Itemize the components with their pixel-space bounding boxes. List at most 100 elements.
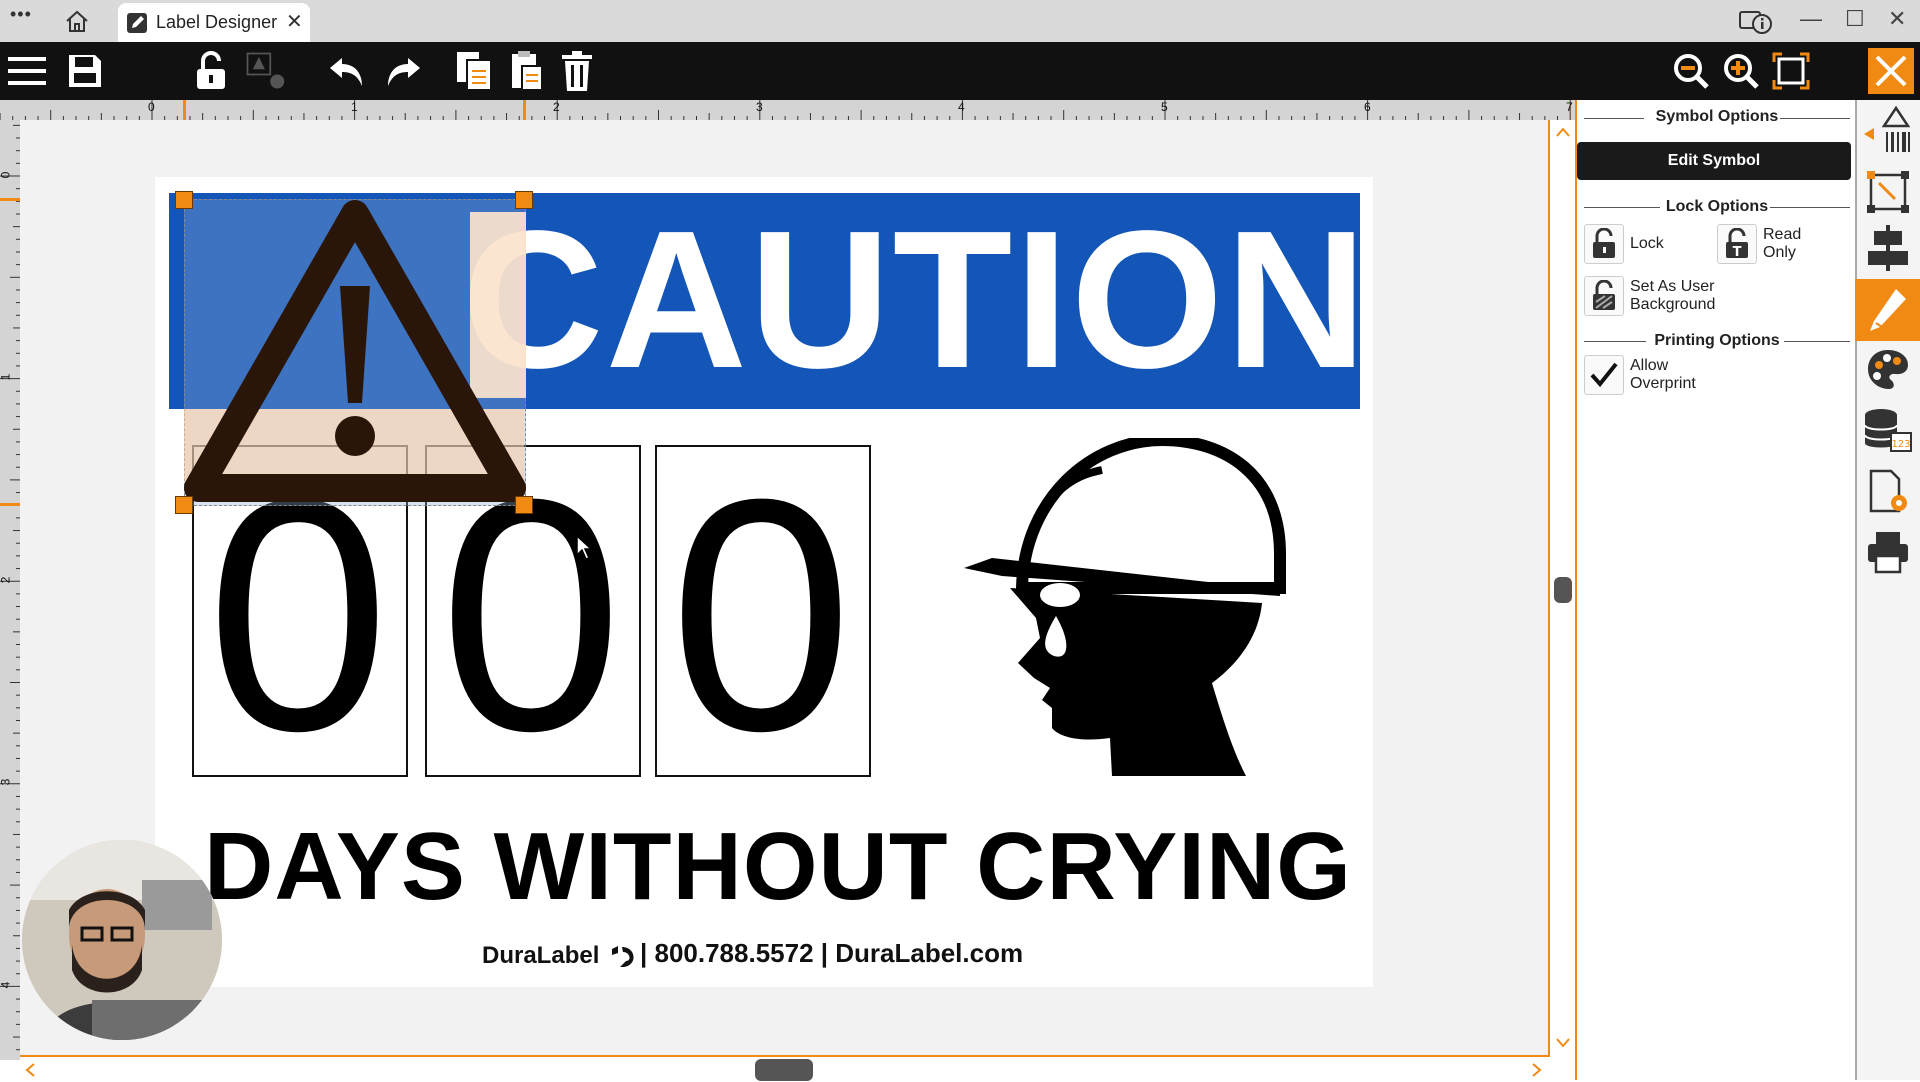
properties-tool[interactable] (1862, 284, 1914, 336)
paste-button[interactable] (506, 50, 548, 92)
edit-document-icon (127, 13, 147, 33)
insert-symbol-barcode-icon (1864, 105, 1911, 152)
tab-close-icon[interactable]: ✕ (286, 9, 303, 34)
hamburger-icon (8, 57, 46, 85)
user-background-label: Background (1630, 296, 1716, 313)
unlock-icon (197, 51, 225, 89)
resize-handle-top-left[interactable] (175, 191, 193, 209)
user-background-option-button[interactable] (1584, 276, 1624, 316)
shape-edit-tool[interactable] (1862, 166, 1914, 218)
mouse-cursor-icon (576, 535, 592, 560)
symbol-options-title: Symbol Options (1655, 108, 1779, 125)
label-settings-tool[interactable] (1862, 466, 1914, 518)
copy-icon (457, 52, 492, 91)
close-designer-button[interactable] (1868, 48, 1914, 94)
vertical-ruler: 0 1 2 3 4 (0, 120, 21, 1060)
lock-option-button[interactable] (1584, 224, 1624, 264)
scroll-up-icon[interactable] (1555, 126, 1571, 138)
lock-toggle-button[interactable] (190, 50, 232, 92)
footer-contact[interactable]: | 800.788.5572 | DuraLabel.com (640, 938, 1023, 969)
home-icon[interactable] (64, 9, 90, 33)
vertical-scroll-thumb[interactable] (1554, 577, 1572, 603)
zoom-out-button[interactable] (1670, 50, 1712, 92)
read-only-label: Read (1763, 226, 1802, 243)
print-tool[interactable] (1862, 526, 1914, 578)
menu-button[interactable] (6, 50, 48, 92)
scroll-right-icon[interactable] (1529, 1062, 1543, 1078)
fit-screen-icon (1772, 52, 1810, 90)
redo-icon (388, 58, 420, 86)
tab-label-designer[interactable]: Label Designer ✕ (118, 3, 310, 42)
presenter-video-image (22, 840, 222, 1040)
delete-button[interactable] (556, 50, 598, 92)
close-icon (1875, 55, 1907, 87)
allow-overprint-checkbox[interactable] (1584, 355, 1624, 395)
horizontal-scrollbar[interactable] (20, 1055, 1550, 1082)
document-settings-icon (1869, 469, 1907, 513)
ruler-label: 5 (1161, 100, 1168, 114)
digit-text[interactable]: 0 (653, 450, 869, 780)
app-info-icon[interactable] (1738, 6, 1774, 36)
user-background-label: Set As User (1630, 278, 1715, 295)
read-only-option-button[interactable]: T (1717, 224, 1757, 264)
ruler-selection-bottom-marker (0, 503, 20, 506)
close-window-button[interactable]: ✕ (1888, 6, 1906, 32)
ruler-label: 0 (148, 100, 155, 114)
zoom-in-icon (1724, 54, 1759, 89)
webcam-overlay (22, 840, 222, 1040)
resize-handle-bottom-left[interactable] (175, 496, 193, 514)
ruler-label: 4 (958, 100, 965, 114)
ruler-selection-end-marker (523, 100, 526, 120)
ruler-label: 2 (553, 100, 560, 114)
align-tool[interactable] (1862, 222, 1914, 274)
read-only-lock-icon: T (1726, 228, 1748, 260)
database-tool[interactable]: 123 (1862, 404, 1914, 456)
vertical-ruler-ticks (0, 124, 20, 1051)
color-tool[interactable] (1862, 344, 1914, 396)
tab-title: Label Designer (156, 12, 278, 32)
lock-label: Lock (1630, 235, 1664, 252)
horizontal-ruler-ticks (0, 100, 1571, 120)
save-button[interactable] (64, 50, 106, 92)
days-headline[interactable]: DAYS WITHOUT CRYING (204, 812, 1352, 922)
maximize-button[interactable]: ☐ (1845, 6, 1865, 32)
allow-overprint-label: Overprint (1630, 375, 1696, 392)
copy-button[interactable] (454, 50, 496, 92)
fit-to-window-button[interactable] (1770, 50, 1812, 92)
undo-button[interactable] (326, 50, 368, 92)
shapes-icon (246, 52, 285, 89)
more-menu-icon[interactable]: ••• (10, 4, 32, 25)
ruler-label: 3 (0, 779, 12, 786)
scroll-left-icon[interactable] (24, 1062, 38, 1078)
ruler-label: 7 (1566, 100, 1573, 114)
resize-handle-top-right[interactable] (515, 191, 533, 209)
printer-icon (1868, 532, 1908, 574)
redo-button[interactable] (382, 50, 424, 92)
ruler-label: 2 (0, 577, 12, 584)
edit-symbol-button[interactable]: Edit Symbol (1577, 142, 1851, 180)
allow-overprint-label: Allow (1630, 357, 1669, 374)
scroll-down-icon[interactable] (1555, 1037, 1571, 1049)
printing-options-title: Printing Options (1654, 332, 1780, 349)
node-edit-icon (1867, 171, 1909, 213)
align-icon (1868, 225, 1908, 271)
insert-object-tool[interactable] (1862, 104, 1914, 156)
caution-text[interactable]: CAUTION (462, 190, 1369, 410)
database-icon: 123 (1864, 409, 1912, 452)
ruler-label: 1 (0, 374, 12, 381)
vertical-scrollbar[interactable] (1548, 120, 1577, 1055)
zoom-in-button[interactable] (1720, 50, 1762, 92)
footer-brand[interactable]: DuraLabel (482, 942, 599, 970)
arrange-button[interactable] (244, 50, 286, 92)
ruler-label: 6 (1364, 100, 1371, 114)
resize-handle-bottom-right[interactable] (515, 496, 533, 514)
hard-hat-head-symbol[interactable] (962, 438, 1287, 776)
pencil-icon (1870, 289, 1906, 331)
ruler-selection-top-marker (0, 198, 20, 201)
warning-triangle-icon[interactable] (182, 198, 528, 508)
checkmark-icon (1590, 362, 1618, 388)
minimize-button[interactable]: — (1800, 6, 1822, 32)
ruler-label: 0 (0, 172, 12, 179)
palette-icon (1868, 350, 1908, 389)
horizontal-scroll-thumb[interactable] (755, 1059, 813, 1081)
